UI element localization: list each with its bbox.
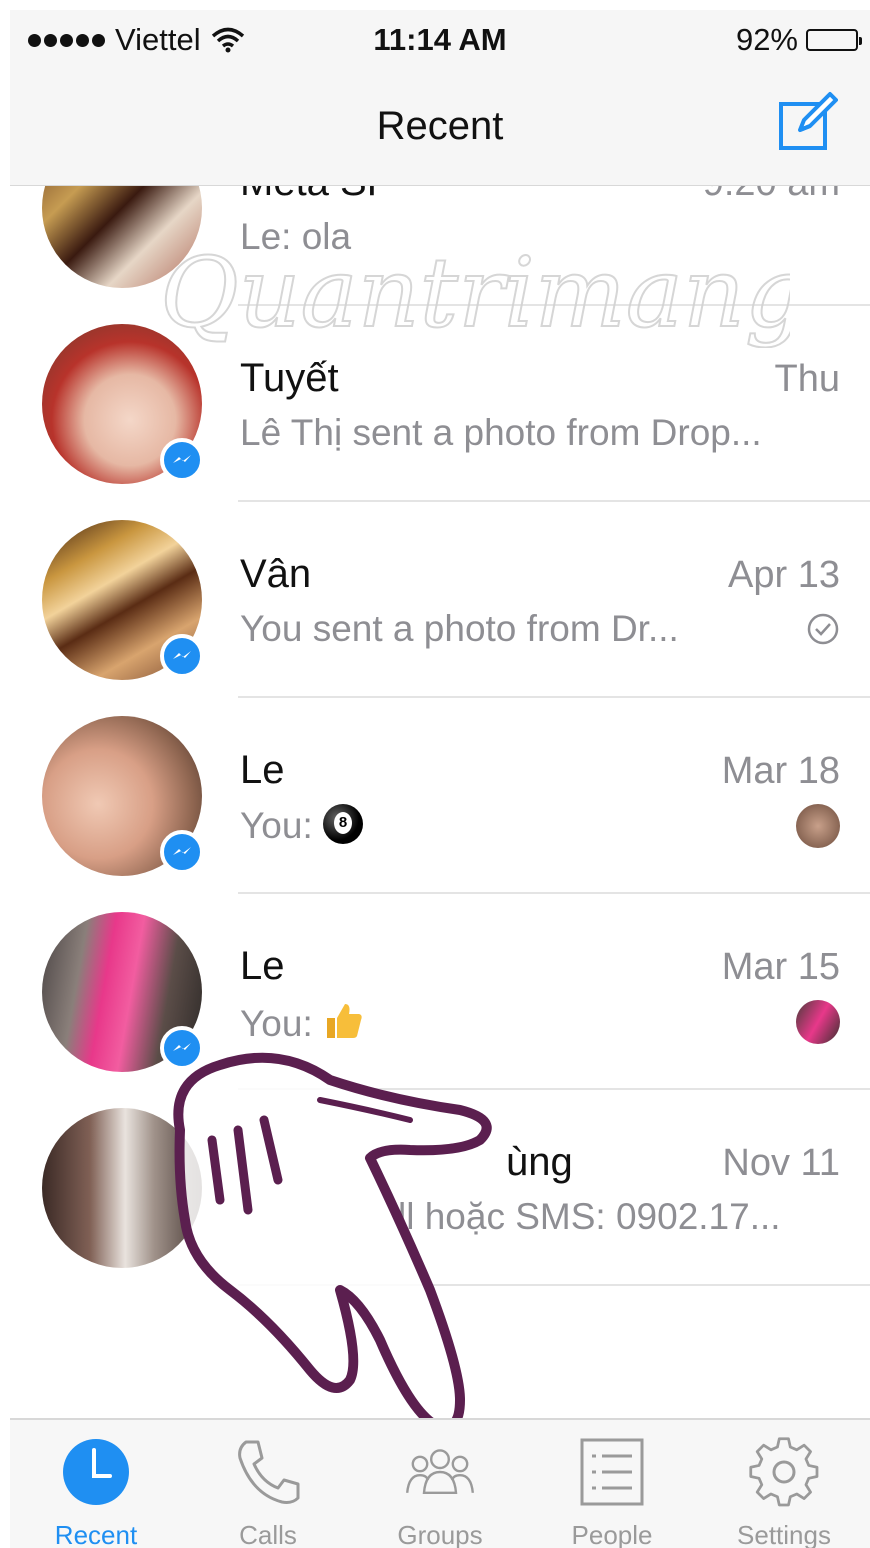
messenger-badge-icon	[160, 634, 204, 678]
tab-people[interactable]: People	[526, 1420, 698, 1548]
clock-icon	[63, 1439, 129, 1505]
avatar	[42, 1108, 202, 1268]
message-preview: Lê Thị sent a photo from Drop...	[240, 412, 762, 453]
message-preview: You:	[240, 804, 363, 847]
tab-settings[interactable]: Settings	[698, 1420, 870, 1548]
preview-text: You:	[240, 1003, 313, 1044]
battery-indicator: 92%	[735, 22, 862, 58]
contact-name: Tuyết	[240, 356, 339, 400]
message-date: Mar 18	[721, 750, 840, 792]
seen-avatar	[796, 804, 840, 848]
contact-name: Le	[240, 944, 285, 988]
message-preview: You sent a photo from Dr...	[240, 608, 679, 649]
preview-text: You:	[240, 805, 313, 846]
conversation-row[interactable]: Le Mar 18 You:	[10, 698, 870, 894]
phone-icon	[238, 1440, 300, 1504]
check-icon	[807, 613, 839, 645]
compose-icon[interactable]	[778, 90, 838, 152]
seen-avatar	[796, 1000, 840, 1044]
conversation-list: Meta SP 9:20 am Le: ola Tuyết Thu Lê Thị…	[10, 110, 870, 1286]
status-bar: Viettel 11:14 AM 92%	[10, 10, 870, 66]
battery-icon	[806, 29, 862, 51]
message-preview: You:	[240, 1000, 365, 1045]
message-date: Nov 11	[722, 1142, 840, 1184]
tab-label: Settings	[737, 1520, 831, 1548]
people-list-icon	[580, 1438, 644, 1506]
contact-name: Le	[240, 748, 285, 792]
conversation-row[interactable]: Vân Apr 13 You sent a photo from Dr...	[10, 502, 870, 698]
messenger-badge-icon	[160, 1026, 204, 1070]
message-date: Thu	[774, 358, 840, 400]
row-divider	[238, 1284, 870, 1286]
tab-label: Calls	[239, 1520, 297, 1548]
tab-recent[interactable]: Recent	[10, 1420, 182, 1548]
page-title: Recent	[376, 104, 504, 148]
tab-label: Recent	[54, 1520, 138, 1548]
gear-icon	[749, 1437, 819, 1507]
messenger-badge-icon	[160, 830, 204, 874]
tab-groups[interactable]: Groups	[354, 1420, 526, 1548]
messenger-badge-icon	[160, 438, 204, 482]
top-bar: Viettel 11:14 AM 92% Recent	[10, 10, 870, 186]
tab-label: Groups	[397, 1520, 483, 1548]
message-preview: Le: ola	[240, 216, 352, 257]
8-ball-icon	[323, 804, 363, 844]
conversation-row[interactable]: Le Mar 15 You:	[10, 894, 870, 1090]
tab-bar: Recent Calls Groups People Settings	[10, 1418, 870, 1548]
contact-name: Vân	[240, 552, 312, 596]
message-date: Mar 15	[721, 946, 840, 988]
tab-calls[interactable]: Calls	[182, 1420, 354, 1548]
message-date: Apr 13	[728, 554, 840, 596]
conversation-row[interactable]: ùng Nov 11 ll hoặc SMS: 0902.17...	[10, 1090, 870, 1286]
battery-percent: 92%	[735, 22, 798, 57]
thumbs-up-icon	[327, 1004, 362, 1038]
message-preview: ll hoặc SMS: 0902.17...	[398, 1196, 781, 1237]
groups-icon	[406, 1449, 474, 1494]
contact-name: ùng	[506, 1140, 573, 1184]
conversation-row[interactable]: Tuyết Thu Lê Thị sent a photo from Drop.…	[10, 306, 870, 502]
tab-label: People	[571, 1520, 653, 1548]
